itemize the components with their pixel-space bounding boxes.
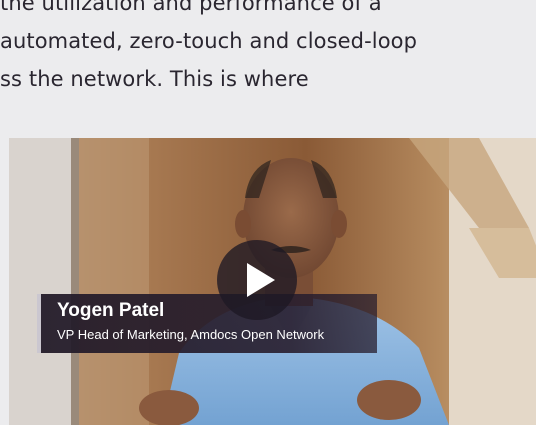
page: the utilization and performance of a aut… [0,0,536,425]
play-icon [246,263,275,297]
article-line-2: automated, zero-touch and closed-loop [0,29,418,53]
speaker-lower-third: Yogen Patel VP Head of Marketing, Amdocs… [37,294,377,353]
play-button[interactable] [217,240,297,320]
speaker-name: Yogen Patel [57,300,165,321]
article-line-1: the utilization and performance of a [0,0,382,15]
video-player[interactable]: Yogen Patel VP Head of Marketing, Amdocs… [9,138,536,425]
speaker-title: VP Head of Marketing, Amdocs Open Networ… [57,327,325,342]
article-paragraph: the utilization and performance of a aut… [0,0,536,98]
article-line-3: ss the network. This is where [0,67,309,91]
